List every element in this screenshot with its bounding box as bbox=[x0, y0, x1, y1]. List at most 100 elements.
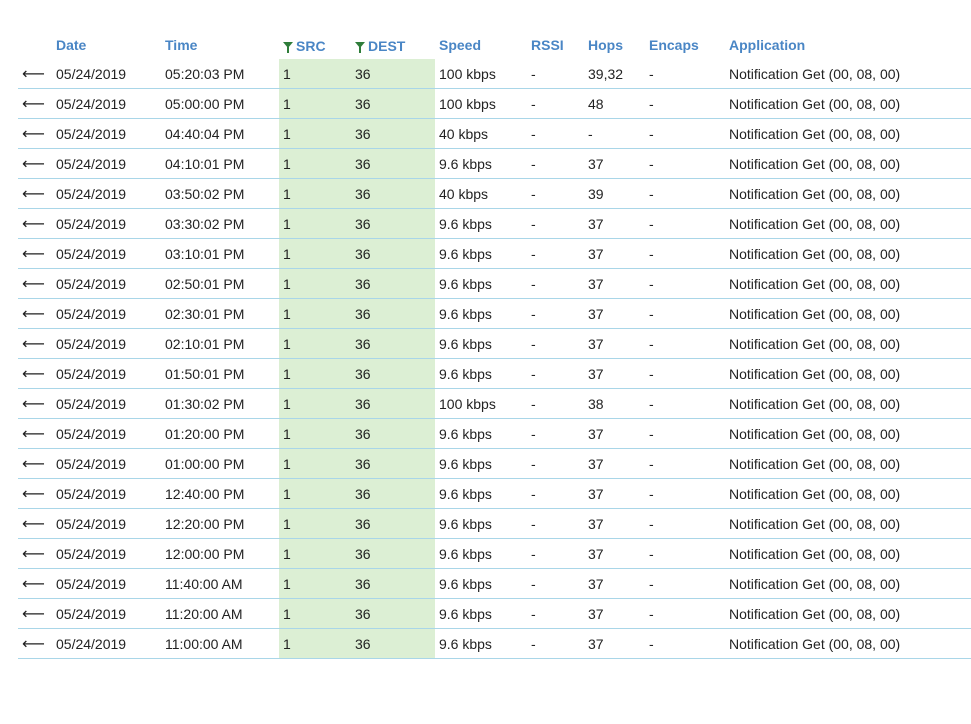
cell-dest: 36 bbox=[351, 238, 435, 269]
table-row[interactable]: ⟵ 05/24/2019 01:50:01 PM 1 36 9.6 kbps -37- Not… bbox=[18, 358, 971, 389]
cell-application: Notification Get (00, 08, 00) bbox=[725, 298, 971, 329]
cell-time: 11:40:00 AM bbox=[161, 568, 279, 599]
table-row[interactable]: ⟵ 05/24/2019 03:50:02 PM 1 36 40 kbps -39- Noti… bbox=[18, 178, 971, 209]
table-row[interactable]: ⟵ 05/24/2019 11:40:00 AM 1 36 9.6 kbps -37- Not… bbox=[18, 568, 971, 599]
cell-src: 1 bbox=[279, 148, 351, 179]
column-header-src[interactable]: SRC bbox=[279, 30, 351, 59]
column-header-inner: Time bbox=[165, 37, 197, 53]
cell-rssi: - bbox=[527, 628, 584, 659]
cell-dest: 36 bbox=[351, 628, 435, 659]
table-row[interactable]: ⟵ 05/24/2019 05:20:03 PM 1 36 100 kbps -39,32-… bbox=[18, 59, 971, 89]
arrow-left-icon: ⟵ bbox=[18, 568, 52, 599]
cell-time: 05:00:00 PM bbox=[161, 88, 279, 119]
cell-hops: 37 bbox=[584, 538, 645, 569]
table-row[interactable]: ⟵ 05/24/2019 03:10:01 PM 1 36 9.6 kbps -37- Not… bbox=[18, 238, 971, 269]
cell-date: 05/24/2019 bbox=[52, 88, 161, 119]
table-row[interactable]: ⟵ 05/24/2019 01:20:00 PM 1 36 9.6 kbps -37- Not… bbox=[18, 418, 971, 449]
cell-rssi: - bbox=[527, 598, 584, 629]
cell-dest: 36 bbox=[351, 118, 435, 149]
column-header-label: Application bbox=[729, 36, 806, 53]
cell-date: 05/24/2019 bbox=[52, 358, 161, 389]
table-row[interactable]: ⟵ 05/24/2019 02:50:01 PM 1 36 9.6 kbps -37- Not… bbox=[18, 268, 971, 299]
column-header-application[interactable]: Application bbox=[725, 30, 971, 59]
cell-application: Notification Get (00, 08, 00) bbox=[725, 478, 971, 509]
column-header-rssi[interactable]: RSSI bbox=[527, 30, 584, 59]
cell-date: 05/24/2019 bbox=[52, 448, 161, 479]
cell-speed: 9.6 kbps bbox=[435, 478, 527, 509]
column-header-hops[interactable]: Hops bbox=[584, 30, 645, 59]
cell-application: Notification Get (00, 08, 00) bbox=[725, 238, 971, 269]
cell-src: 1 bbox=[279, 208, 351, 239]
cell-encaps: - bbox=[645, 508, 725, 539]
cell-speed: 9.6 kbps bbox=[435, 448, 527, 479]
cell-speed: 40 kbps bbox=[435, 178, 527, 209]
column-header-label: Time bbox=[165, 36, 198, 53]
table-row[interactable]: ⟵ 05/24/2019 12:00:00 PM 1 36 9.6 kbps -37- Not… bbox=[18, 538, 971, 569]
column-header-date[interactable]: Date bbox=[52, 30, 161, 59]
cell-rssi: - bbox=[527, 88, 584, 119]
cell-speed: 9.6 kbps bbox=[435, 298, 527, 329]
arrow-left-icon: ⟵ bbox=[18, 88, 52, 119]
column-header-encaps[interactable]: Encaps bbox=[645, 30, 725, 59]
table-row[interactable]: ⟵ 05/24/2019 04:10:01 PM 1 36 9.6 kbps -37- Not… bbox=[18, 148, 971, 179]
column-header-time[interactable]: Time bbox=[161, 30, 279, 59]
cell-application: Notification Get (00, 08, 00) bbox=[725, 508, 971, 539]
column-header-inner: Speed bbox=[439, 37, 481, 53]
cell-dest: 36 bbox=[351, 59, 435, 89]
table-row[interactable]: ⟵ 05/24/2019 05:00:00 PM 1 36 100 kbps -48- Not… bbox=[18, 88, 971, 119]
cell-hops: 37 bbox=[584, 508, 645, 539]
table-row[interactable]: ⟵ 05/24/2019 01:00:00 PM 1 36 9.6 kbps -37- Not… bbox=[18, 448, 971, 479]
arrow-left-icon: ⟵ bbox=[18, 448, 52, 479]
cell-src: 1 bbox=[279, 298, 351, 329]
column-header-inner: Date bbox=[56, 37, 86, 53]
cell-encaps: - bbox=[645, 478, 725, 509]
column-header-dir bbox=[18, 30, 52, 59]
cell-rssi: - bbox=[527, 478, 584, 509]
table-row[interactable]: ⟵ 05/24/2019 12:20:00 PM 1 36 9.6 kbps -37- Not… bbox=[18, 508, 971, 539]
table-row[interactable]: ⟵ 05/24/2019 02:10:01 PM 1 36 9.6 kbps -37- Not… bbox=[18, 328, 971, 359]
cell-speed: 9.6 kbps bbox=[435, 538, 527, 569]
cell-application: Notification Get (00, 08, 00) bbox=[725, 358, 971, 389]
cell-application: Notification Get (00, 08, 00) bbox=[725, 118, 971, 149]
table-body: ⟵ 05/24/2019 05:20:03 PM 1 36 100 kbps -39,32-… bbox=[18, 59, 971, 659]
cell-application: Notification Get (00, 08, 00) bbox=[725, 208, 971, 239]
cell-time: 01:20:00 PM bbox=[161, 418, 279, 449]
cell-encaps: - bbox=[645, 148, 725, 179]
cell-src: 1 bbox=[279, 388, 351, 419]
cell-dest: 36 bbox=[351, 388, 435, 419]
cell-rssi: - bbox=[527, 298, 584, 329]
cell-encaps: - bbox=[645, 298, 725, 329]
arrow-left-icon: ⟵ bbox=[18, 238, 52, 269]
cell-encaps: - bbox=[645, 598, 725, 629]
cell-dest: 36 bbox=[351, 178, 435, 209]
header-row: Date Time SRC DEST Speed RSSI Hops Encaps Applic… bbox=[18, 30, 971, 59]
cell-speed: 9.6 kbps bbox=[435, 328, 527, 359]
cell-application: Notification Get (00, 08, 00) bbox=[725, 418, 971, 449]
cell-rssi: - bbox=[527, 208, 584, 239]
column-header-dest[interactable]: DEST bbox=[351, 30, 435, 59]
cell-date: 05/24/2019 bbox=[52, 178, 161, 209]
cell-dest: 36 bbox=[351, 568, 435, 599]
cell-time: 01:30:02 PM bbox=[161, 388, 279, 419]
table-row[interactable]: ⟵ 05/24/2019 11:00:00 AM 1 36 9.6 kbps -37- Not… bbox=[18, 628, 971, 659]
cell-hops: 39 bbox=[584, 178, 645, 209]
filter-funnel-icon[interactable] bbox=[283, 41, 293, 53]
column-header-inner: SRC bbox=[283, 38, 326, 54]
table-row[interactable]: ⟵ 05/24/2019 04:40:04 PM 1 36 40 kbps - - - Notif… bbox=[18, 118, 971, 149]
cell-src: 1 bbox=[279, 448, 351, 479]
column-header-speed[interactable]: Speed bbox=[435, 30, 527, 59]
table-row[interactable]: ⟵ 05/24/2019 02:30:01 PM 1 36 9.6 kbps -37- Not… bbox=[18, 298, 971, 329]
cell-application: Notification Get (00, 08, 00) bbox=[725, 268, 971, 299]
table-row[interactable]: ⟵ 05/24/2019 01:30:02 PM 1 36 100 kbps -38- Not… bbox=[18, 388, 971, 419]
cell-date: 05/24/2019 bbox=[52, 478, 161, 509]
cell-rssi: - bbox=[527, 418, 584, 449]
cell-application: Notification Get (00, 08, 00) bbox=[725, 59, 971, 89]
table-row[interactable]: ⟵ 05/24/2019 11:20:00 AM 1 36 9.6 kbps -37- Not… bbox=[18, 598, 971, 629]
filter-funnel-icon[interactable] bbox=[355, 41, 365, 53]
table-row[interactable]: ⟵ 05/24/2019 03:30:02 PM 1 36 9.6 kbps -37- Not… bbox=[18, 208, 971, 239]
cell-time: 04:40:04 PM bbox=[161, 118, 279, 149]
cell-rssi: - bbox=[527, 238, 584, 269]
arrow-left-icon: ⟵ bbox=[18, 148, 52, 179]
cell-application: Notification Get (00, 08, 00) bbox=[725, 328, 971, 359]
table-row[interactable]: ⟵ 05/24/2019 12:40:00 PM 1 36 9.6 kbps -37- Not… bbox=[18, 478, 971, 509]
